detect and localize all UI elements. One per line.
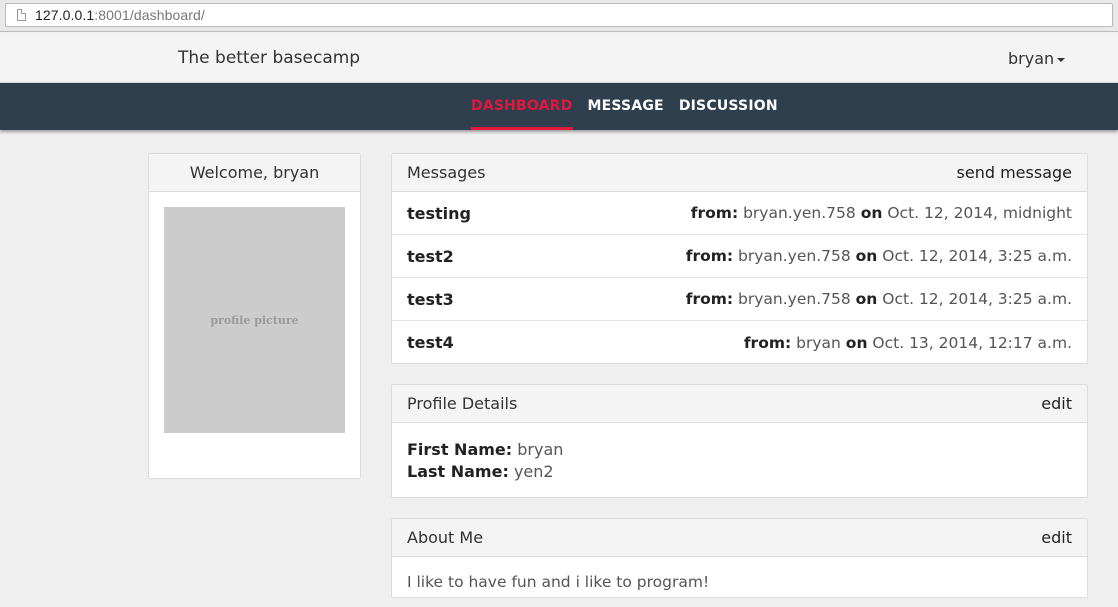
nav-message[interactable]: MESSAGE: [588, 83, 664, 130]
message-row[interactable]: test3 from: bryan.yen.758 on Oct. 12, 20…: [392, 278, 1087, 321]
welcome-title: Welcome, bryan: [149, 154, 360, 192]
message-row[interactable]: test2 from: bryan.yen.758 on Oct. 12, 20…: [392, 235, 1087, 278]
page-icon: [17, 9, 26, 21]
profile-picture-label: profile picture: [210, 313, 299, 327]
about-me-panel: About Me edit I like to have fun and i l…: [391, 518, 1088, 598]
messages-header: Messages send message: [392, 154, 1087, 192]
message-row[interactable]: testing from: bryan.yen.758 on Oct. 12, …: [392, 192, 1087, 235]
message-subject[interactable]: test3: [407, 290, 454, 309]
message-meta: from: bryan.yen.758 on Oct. 12, 2014, 3:…: [685, 247, 1072, 265]
caret-down-icon: [1057, 58, 1066, 62]
message-row[interactable]: test4 from: bryan on Oct. 13, 2014, 12:1…: [392, 321, 1087, 364]
profile-details-body: First Name: bryan Last Name: yen2: [392, 423, 1087, 499]
about-me-header: About Me edit: [392, 519, 1087, 557]
last-name-line: Last Name: yen2: [407, 462, 554, 481]
url-text: 127.0.0.1:8001/dashboard/: [35, 7, 205, 23]
profile-details-title: Profile Details: [407, 394, 518, 413]
nav-dashboard[interactable]: DASHBOARD: [471, 83, 573, 130]
message-subject[interactable]: test2: [407, 247, 454, 266]
edit-about-link[interactable]: edit: [1041, 528, 1072, 547]
edit-profile-link[interactable]: edit: [1041, 394, 1072, 413]
send-message-link[interactable]: send message: [957, 163, 1072, 182]
profile-details-panel: Profile Details edit First Name: bryan L…: [391, 384, 1088, 498]
main-nav: DASHBOARD MESSAGE DISCUSSION: [0, 83, 1118, 130]
user-menu[interactable]: bryan: [1008, 49, 1066, 68]
welcome-panel: Welcome, bryan profile picture: [148, 153, 361, 479]
first-name-value: bryan: [517, 440, 564, 459]
site-header: The better basecamp bryan: [0, 33, 1118, 83]
browser-address-bar: 127.0.0.1:8001/dashboard/: [0, 0, 1118, 32]
last-name-value: yen2: [513, 462, 554, 481]
nav-discussion[interactable]: DISCUSSION: [679, 83, 778, 130]
brand-title[interactable]: The better basecamp: [178, 48, 360, 68]
message-subject[interactable]: testing: [407, 204, 471, 223]
messages-panel: Messages send message testing from: brya…: [391, 153, 1088, 364]
message-subject[interactable]: test4: [407, 333, 454, 352]
message-meta: from: bryan.yen.758 on Oct. 12, 2014, 3:…: [685, 290, 1072, 308]
profile-details-header: Profile Details edit: [392, 385, 1087, 423]
profile-picture: profile picture: [164, 207, 345, 433]
message-meta: from: bryan.yen.758 on Oct. 12, 2014, mi…: [690, 204, 1072, 222]
url-field[interactable]: 127.0.0.1:8001/dashboard/: [5, 3, 1113, 27]
about-me-text: I like to have fun and i like to program…: [407, 573, 710, 591]
messages-title: Messages: [407, 163, 486, 182]
user-name: bryan: [1008, 49, 1055, 68]
about-me-title: About Me: [407, 528, 484, 547]
message-meta: from: bryan on Oct. 13, 2014, 12:17 a.m.: [743, 333, 1072, 352]
first-name-line: First Name: bryan: [407, 440, 564, 459]
